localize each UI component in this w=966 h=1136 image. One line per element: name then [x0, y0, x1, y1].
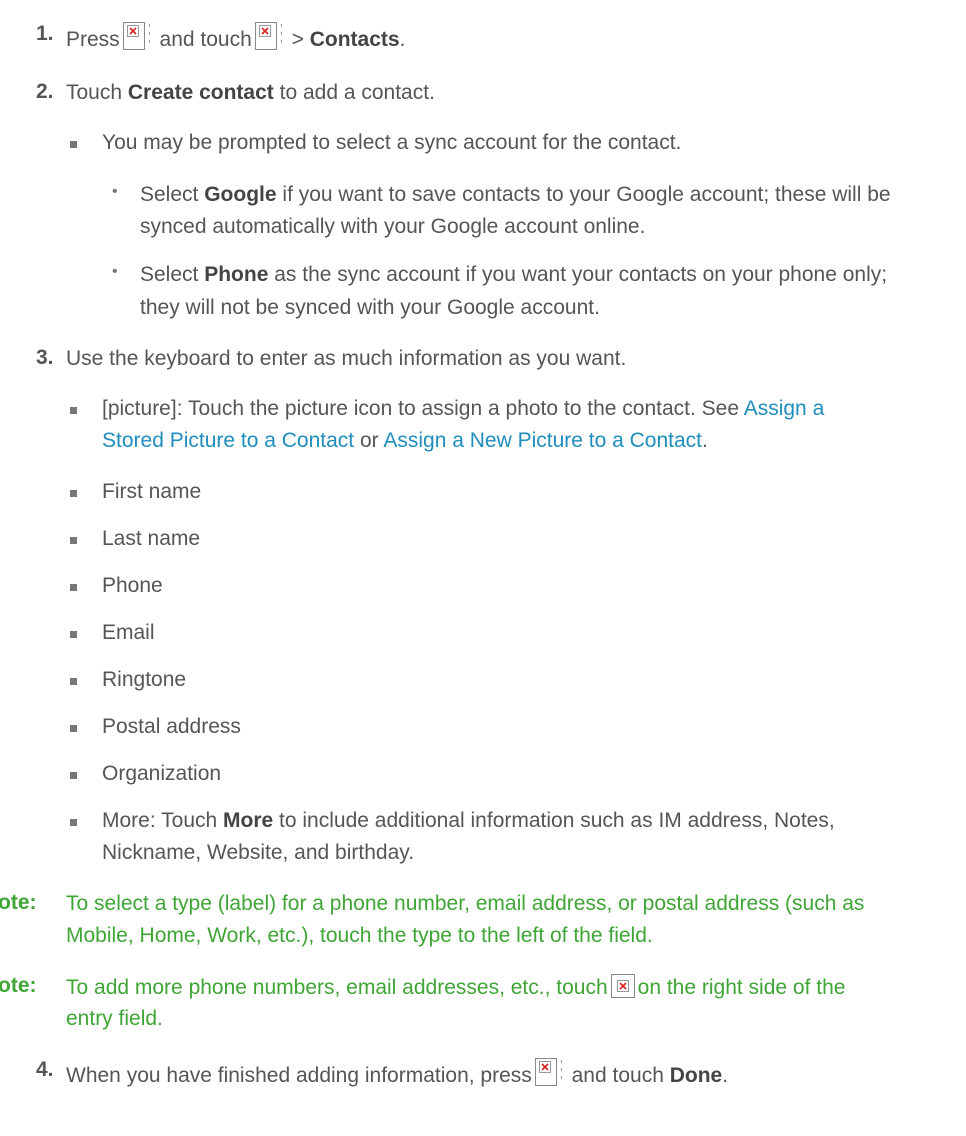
- step-number: 1.: [36, 22, 54, 45]
- document-page: 1. Press and touch > Contacts. 2. Touch …: [0, 0, 966, 1136]
- phone-option: Select Phone as the sync account if you …: [140, 263, 888, 286]
- note-text-cont: entry field.: [66, 1007, 163, 1030]
- note-label: ote:: [0, 974, 37, 997]
- field-item: Last name: [102, 527, 201, 550]
- field-item: Postal address: [102, 715, 241, 738]
- field-item: Phone: [102, 574, 163, 597]
- step-number: 2.: [36, 80, 54, 103]
- square-bullet: [70, 631, 77, 638]
- google-option-cont: synced automatically with your Google ac…: [140, 215, 646, 238]
- round-bullet: •: [112, 263, 118, 280]
- note-text: To select a type (label) for a phone num…: [66, 892, 865, 915]
- picture-field-cont: Stored Picture to a Contact or Assign a …: [102, 429, 708, 452]
- square-bullet: [70, 725, 77, 732]
- done-label: Done: [669, 1064, 723, 1087]
- step-number: 4.: [36, 1058, 54, 1081]
- assign-stored-picture-link[interactable]: Assign a: [744, 397, 825, 420]
- phone-option-cont: they will not be synced with your Google…: [140, 296, 600, 319]
- step-number: 3.: [36, 346, 54, 369]
- step-2-text: Touch Create contact to add a contact.: [66, 81, 435, 104]
- square-bullet: [70, 678, 77, 685]
- note-text: To add more phone numbers, email address…: [66, 974, 846, 999]
- square-bullet: [70, 537, 77, 544]
- picture-field: [picture]: Touch the picture icon to ass…: [102, 397, 825, 420]
- square-bullet: [70, 819, 77, 826]
- add-field-icon: [610, 974, 635, 998]
- sync-prompt: You may be prompted to select a sync acc…: [102, 131, 682, 154]
- step-1-text: Press and touch > Contacts.: [66, 22, 405, 53]
- square-bullet: [70, 490, 77, 497]
- square-bullet: [70, 141, 77, 148]
- square-bullet: [70, 407, 77, 414]
- note-text-cont: Mobile, Home, Work, etc.), touch the typ…: [66, 924, 653, 947]
- square-bullet: [70, 772, 77, 779]
- more-field: More: Touch More to include additional i…: [102, 809, 835, 832]
- apps-icon: [254, 22, 283, 50]
- assign-new-picture-link[interactable]: Assign a New Picture to a Contact: [383, 429, 702, 452]
- square-bullet: [70, 584, 77, 591]
- assign-stored-picture-link-cont[interactable]: Stored Picture to a Contact: [102, 429, 354, 452]
- field-item: Organization: [102, 762, 222, 785]
- create-contact-label: Create contact: [127, 81, 274, 104]
- menu-key-icon: [534, 1058, 563, 1086]
- more-field-cont: Nickname, Website, and birthday.: [102, 841, 415, 864]
- contacts-label: Contacts: [309, 28, 400, 51]
- field-item: Email: [102, 621, 155, 644]
- step-4-text: When you have finished adding informatio…: [66, 1058, 728, 1089]
- note-label: ote:: [0, 891, 37, 914]
- step-3-text: Use the keyboard to enter as much inform…: [66, 347, 627, 370]
- round-bullet: •: [112, 183, 118, 200]
- google-option: Select Google if you want to save contac…: [140, 183, 891, 206]
- menu-key-icon: [122, 22, 151, 50]
- field-item: Ringtone: [102, 668, 187, 691]
- field-item: First name: [102, 480, 202, 503]
